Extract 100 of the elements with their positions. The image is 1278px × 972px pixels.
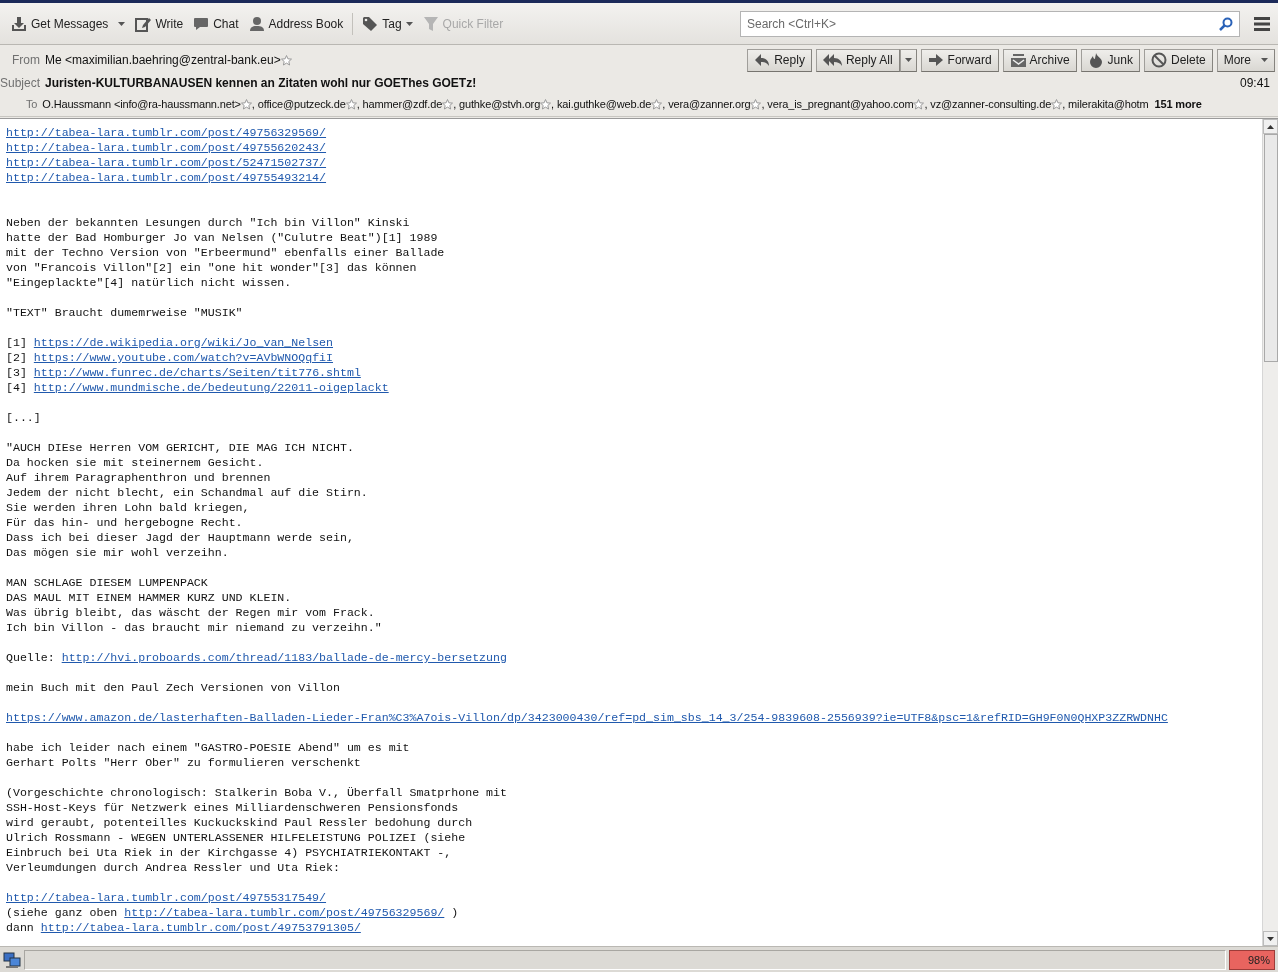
star-icon [345, 98, 357, 110]
link[interactable]: http://tabea-lara.tumblr.com/post/49755620243/ [6, 140, 327, 155]
text-line: Ich bin Villon - das braucht mir niemand zu verzeihn." [6, 620, 382, 635]
text-line: habe ich leider nach einem "GASTRO-POESIE Abend" um es mit [6, 740, 410, 755]
recipient-address[interactable]: vz@zanner-consulting.de [930, 98, 1052, 110]
no-entry-icon [1150, 52, 1167, 68]
scrollbar[interactable] [1262, 119, 1278, 946]
toolbar-button[interactable]: Tag [357, 12, 418, 35]
person-icon [248, 15, 265, 32]
text-line: dann http://tabea-lara.tumblr.com/post/49753791305/ [6, 920, 361, 935]
text-line: (siehe ganz oben http://tabea-lara.tumblr.com/post/49756329569/ ) [6, 905, 459, 920]
scrollbar-thumb[interactable] [1263, 134, 1278, 362]
field-label: From [11, 53, 40, 67]
caret-icon [1261, 58, 1268, 62]
recipient-address[interactable]: guthke@stvh.org [459, 98, 541, 110]
reply-all-arrows-icon [822, 52, 842, 68]
action-button[interactable]: Junk [1080, 48, 1140, 72]
separator-text: , [356, 98, 360, 110]
toolbar-button[interactable]: Write [130, 12, 189, 35]
separator-text: , [453, 98, 457, 110]
up-arrow-icon[interactable] [1267, 124, 1274, 129]
link[interactable]: http://tabea-lara.tumblr.com/post/49753791305/ [40, 921, 361, 934]
recipient-address[interactable]: vera_is_pregnant@yahoo.com [767, 98, 914, 110]
separator-text: , [251, 98, 255, 110]
text-line: "TEXT" Braucht dumemrweise "MUSIK" [6, 305, 243, 320]
text-line: mein Buch mit den Paul Zech Versionen von Villon [6, 680, 340, 695]
toolbar-button[interactable]: Get Messages [6, 12, 114, 35]
action-button[interactable]: Reply [747, 48, 812, 72]
text-line: Auf ihrem Paragraphenthron und brennen [6, 470, 271, 485]
separator-text: , [551, 98, 554, 110]
star-icon [442, 98, 454, 110]
time-text: 09:41 [1239, 76, 1270, 90]
chat-bubble-icon [193, 15, 210, 32]
star-icon [913, 98, 925, 110]
text-line: SSH-Host-Keys für Netzwerk eines Milliardenschweren Pensionsfonds [6, 800, 459, 815]
text-line: Quelle: http://hvi.proboards.com/thread/1183/ballade-de-mercy-bersetzung [6, 650, 507, 665]
link[interactable]: http://tabea-lara.tumblr.com/post/49755493214/ [6, 170, 327, 185]
link[interactable]: https://www.youtube.com/watch?v=AVbWNOQqfiI [33, 351, 333, 364]
separator-text: , [761, 98, 765, 110]
search-field[interactable]: Search <Ctrl+K> [740, 10, 1240, 37]
caret-icon [405, 21, 413, 26]
action-button[interactable]: Forward [920, 48, 999, 72]
action-button[interactable]: More [1216, 48, 1275, 72]
link[interactable]: https://de.wikipedia.org/wiki/Jo_van_Nelsen [33, 336, 333, 349]
text-line: [...] [6, 410, 41, 425]
network-computers-icon [3, 951, 21, 968]
recipient-address[interactable]: hammer@zdf.de [362, 98, 443, 110]
action-button[interactable]: Reply All [815, 48, 900, 72]
tag-icon [362, 15, 379, 32]
right-arrow-icon [927, 52, 944, 68]
recipient-address[interactable]: O.Haussmann <info@ra-haussmann.net> [42, 98, 241, 110]
link[interactable]: http://tabea-lara.tumblr.com/post/49756329569/ [6, 125, 327, 140]
text-line: Einbruch bei Uta Riek in der Kirchgasse 4) PSYCHIATRIEKONTAKT -, [6, 845, 452, 860]
text-line: wird geraubt, potenteilles Kuckuckskind Paul Ressler bedohung durch [6, 815, 473, 830]
sender-address[interactable]: Me <maximilian.baehring@zentral-bank.eu> [45, 53, 281, 67]
action-button[interactable]: Archive [1002, 48, 1077, 72]
caret-icon [118, 21, 126, 26]
link[interactable]: http://www.mundmische.de/bedeutung/22011-oigeplackt [33, 381, 389, 394]
down-arrow-icon[interactable] [1267, 936, 1274, 941]
field-label: Subject [0, 76, 40, 90]
recipient-address[interactable]: kai.guthke@web.de [557, 98, 652, 110]
reply-arrow-icon [754, 52, 771, 68]
search-icon [1219, 16, 1233, 31]
recipient-address[interactable]: office@putzeck.de [257, 98, 346, 110]
recipient-address[interactable]: vera@zanner.org [668, 98, 751, 110]
star-icon [750, 98, 762, 110]
separator-text: , [924, 98, 928, 110]
subject-text: Juristen-KULTURBANAUSEN kennen an Zitaten wohl nur GOEThes GOETz! [45, 76, 477, 90]
text-line: mit der Techno Version von "Erbeermund" ebenfalls einer Ballade [6, 245, 445, 260]
star-icon [651, 98, 663, 110]
separator-text: , [1062, 98, 1066, 110]
link[interactable]: http://www.funrec.de/charts/Seiten/tit776.shtml [33, 366, 361, 379]
more-recipients-link[interactable]: 151 more [1154, 98, 1202, 110]
zoom-level[interactable]: 98% [1229, 949, 1275, 970]
text-line: MAN SCHLAGE DIESEM LUMPENPACK [6, 575, 208, 590]
link[interactable]: http://hvi.proboards.com/thread/1183/ballade-de-mercy-bersetzung [61, 651, 507, 664]
text-line: DAS MAUL MIT EINEM HAMMER KURZ UND KLEIN. [6, 590, 292, 605]
text-line: Verleumdungen durch Andrea Ressler und Uta Riek: [6, 860, 340, 875]
text-line: Für das hin- und hergebogne Recht. [6, 515, 243, 530]
star-icon [540, 98, 552, 110]
field-label: To [26, 98, 38, 110]
funnel-icon [422, 15, 439, 32]
action-button[interactable]: Delete [1143, 48, 1213, 72]
link[interactable]: http://tabea-lara.tumblr.com/post/52471502737/ [6, 155, 327, 170]
text-line: von "Francois Villon"[2] ein "one hit wonder"[3] das können [6, 260, 417, 275]
link[interactable]: http://tabea-lara.tumblr.com/post/49755317549/ [6, 890, 327, 905]
archive-box-icon [1009, 52, 1026, 68]
toolbar-button[interactable]: Chat [188, 12, 244, 35]
star-icon [1051, 98, 1063, 110]
text-line: Neben der bekannten Lesungen durch "Ich bin Villon" Kinski [6, 215, 410, 230]
text-line: Da hocken sie mit steinernem Gesicht. [6, 455, 264, 470]
toolbar-button[interactable]: Address Book [243, 12, 349, 35]
text-line: hatte der Bad Homburger Jo van Nelsen ("Culutre Beat")[1] 1989 [6, 230, 438, 245]
link[interactable]: https://www.amazon.de/lasterhaften-Balladen-Lieder-Fran%C3%A7ois-Villon/dp/3423000430/ref=pd_sim_sbs_14_3/254-9839608-2556939?ie=UTF8&psc=1&refRID=GH9F0N0QHXP3ZZRWDNHC [6, 710, 1168, 725]
text-line: Was übrig bleibt, das wäscht der Regen mir vom Frack. [6, 605, 375, 620]
text-line: Sie werden ihren Lohn bald kriegen, [6, 500, 250, 515]
text-line: [2] https://www.youtube.com/watch?v=AVbWNOQqfiI [6, 350, 333, 365]
text-line: (Vorgeschichte chronologisch: Stalkerin Boba V., Überfall Smatprhone mit [6, 785, 507, 800]
link[interactable]: http://tabea-lara.tumblr.com/post/49756329569/ [124, 906, 445, 919]
recipient-address[interactable]: milerakita@hotm [1068, 98, 1149, 110]
